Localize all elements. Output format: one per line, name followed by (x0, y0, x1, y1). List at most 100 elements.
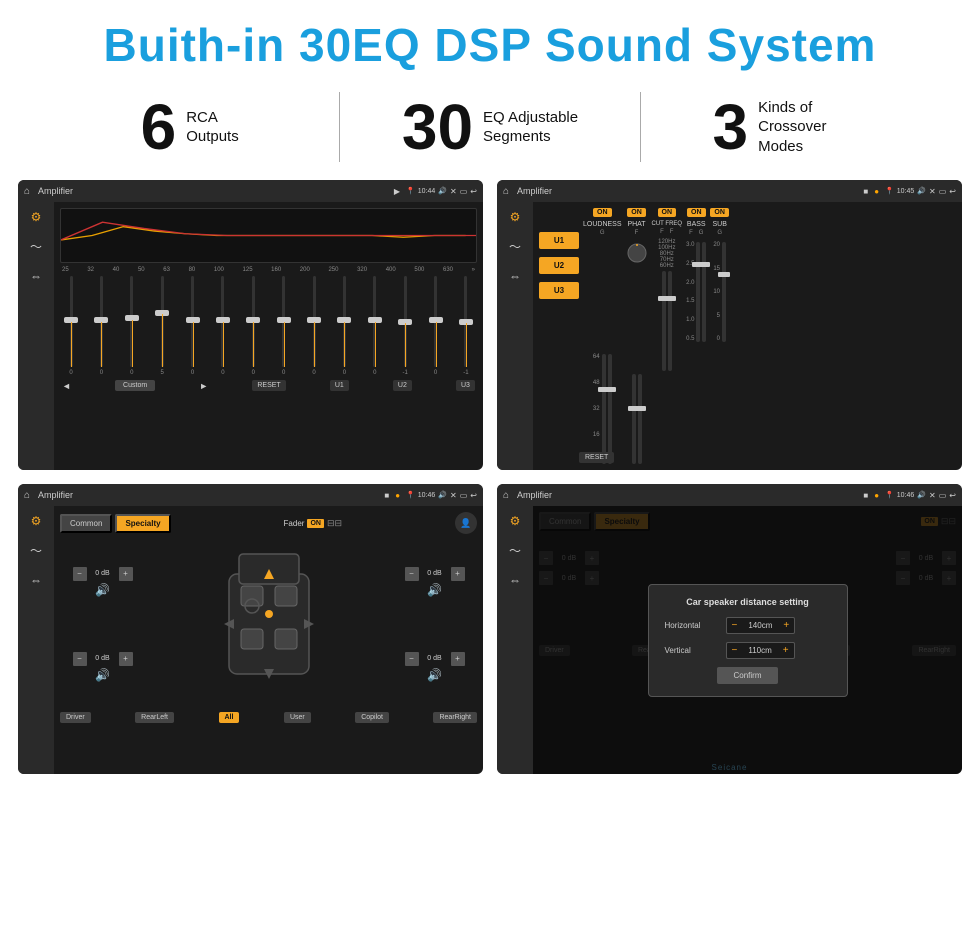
dialog-vertical-plus[interactable]: + (778, 643, 794, 658)
speaker-bl-plus[interactable]: + (119, 652, 133, 666)
eq-settings-icon[interactable]: ⚙ (31, 210, 42, 224)
eq-slider-12[interactable]: 0 (427, 276, 445, 376)
speaker-tl-minus[interactable]: − (73, 567, 87, 581)
eq-slider-7[interactable]: 0 (275, 276, 293, 376)
eq-sound-icon: 🔊 (438, 187, 447, 195)
eq-slider-5[interactable]: 0 (214, 276, 232, 376)
eq-slider-8[interactable]: 0 (305, 276, 323, 376)
distance-back-icon[interactable]: ↩ (949, 491, 956, 500)
amp-x-icon[interactable]: ✕ (929, 187, 936, 196)
eq-back-arrow[interactable]: ◄ (62, 381, 71, 391)
btn-copilot[interactable]: Copilot (355, 712, 389, 723)
btn-rearleft[interactable]: RearLeft (135, 712, 174, 723)
amp-sub-track[interactable] (722, 242, 726, 342)
speaker-tr-plus[interactable]: + (451, 567, 465, 581)
amp-u1-button[interactable]: U1 (539, 232, 579, 249)
dialog-vertical-minus[interactable]: − (727, 643, 743, 658)
distance-x-icon[interactable]: ✕ (929, 491, 936, 500)
amp-phat-track2[interactable] (638, 374, 642, 464)
home-icon[interactable]: ⌂ (24, 186, 30, 197)
speaker-window-icon[interactable]: ▭ (460, 491, 468, 500)
eq-slider-6[interactable]: 0 (244, 276, 262, 376)
eq-slider-1[interactable]: 0 (92, 276, 110, 376)
amp-window-icon[interactable]: ▭ (939, 187, 947, 196)
speaker-wave-icon[interactable]: 〜 (30, 542, 42, 559)
distance-arrows-icon[interactable]: ⇔ (509, 573, 521, 587)
eq-u3-button[interactable]: U3 (456, 380, 475, 391)
eq-u2-button[interactable]: U2 (393, 380, 412, 391)
speaker-back-icon[interactable]: ↩ (470, 491, 477, 500)
eq-slider-0[interactable]: 0 (62, 276, 80, 376)
btn-rearright[interactable]: RearRight (433, 712, 477, 723)
eq-slider-13[interactable]: -1 (457, 276, 475, 376)
eq-slider-3[interactable]: 5 (153, 276, 171, 376)
amp-arrows-icon[interactable]: ⇔ (509, 269, 521, 283)
eq-arrows-icon[interactable]: ⇔ (30, 269, 42, 283)
amp-cutfreq-freqs: 120Hz100Hz80Hz70Hz60Hz (658, 239, 675, 269)
amp-loudness-thumb2 (604, 387, 616, 392)
speaker-br-plus[interactable]: + (451, 652, 465, 666)
amp-reset-button[interactable]: RESET (579, 452, 614, 463)
speaker-screen: ⌂ Amplifier ■ ● 📍 10:46 🔊 ✕ ▭ ↩ ⚙ 〜 ⇔ (18, 484, 483, 774)
amp-bass-track1[interactable] (696, 242, 700, 342)
speaker-tr-val: 0 dB (421, 570, 449, 577)
amp-wave-icon[interactable]: 〜 (509, 238, 521, 255)
distance-settings-icon[interactable]: ⚙ (510, 514, 521, 528)
eq-back-icon[interactable]: ↩ (470, 187, 477, 196)
amp-phat-knob[interactable] (626, 242, 648, 269)
speaker-tl-plus[interactable]: + (119, 567, 133, 581)
speaker-settings-icon[interactable]: ⚙ (31, 514, 42, 528)
distance-wave-icon[interactable]: 〜 (509, 542, 521, 559)
amp-loudness-sub: G (600, 230, 605, 236)
speaker-br-val: 0 dB (421, 655, 449, 662)
eq-slider-10[interactable]: 0 (366, 276, 384, 376)
amp-cutfreq-track2[interactable] (668, 271, 672, 371)
eq-window-icon[interactable]: ▭ (460, 187, 468, 196)
speaker-tr-minus[interactable]: − (405, 567, 419, 581)
dialog-horizontal-minus[interactable]: − (727, 618, 743, 633)
distance-home-icon[interactable]: ⌂ (503, 490, 509, 501)
tab-specialty[interactable]: Specialty (115, 514, 170, 533)
tab-common[interactable]: Common (60, 514, 112, 533)
amp-phat-on[interactable]: ON (627, 208, 646, 217)
eq-expand-icon[interactable]: » (472, 267, 475, 273)
amp-loudness-on[interactable]: ON (593, 208, 612, 217)
eq-wave-icon[interactable]: 〜 (30, 238, 42, 255)
btn-all[interactable]: All (219, 712, 240, 723)
eq-x-icon[interactable]: ✕ (450, 187, 457, 196)
amp-u2-button[interactable]: U2 (539, 257, 579, 274)
eq-slider-11[interactable]: -1 (396, 276, 414, 376)
amp-phat-track1[interactable] (632, 374, 636, 464)
stat-rca-label: RCAOutputs (186, 108, 239, 147)
amp-cutfreq-track1[interactable] (662, 271, 666, 371)
speaker-x-icon[interactable]: ✕ (450, 491, 457, 500)
dialog-horizontal-plus[interactable]: + (778, 618, 794, 633)
amp-back-icon[interactable]: ↩ (949, 187, 956, 196)
amp-home-icon[interactable]: ⌂ (503, 186, 509, 197)
amp-cutfreq-on[interactable]: ON (658, 208, 677, 217)
eq-slider-4[interactable]: 0 (184, 276, 202, 376)
stat-crossover-number: 3 (713, 95, 749, 159)
amp-settings-icon[interactable]: ⚙ (510, 210, 521, 224)
amp-u3-button[interactable]: U3 (539, 282, 579, 299)
eq-slider-9[interactable]: 0 (335, 276, 353, 376)
amp-sub-on[interactable]: ON (710, 208, 729, 217)
fader-sliders-icon[interactable]: ⊟⊟ (327, 518, 342, 529)
fader-on-badge[interactable]: ON (307, 519, 324, 528)
speaker-arrows-icon[interactable]: ⇔ (30, 573, 42, 587)
dialog-confirm-button[interactable]: Confirm (717, 667, 777, 684)
amp-bass-on[interactable]: ON (687, 208, 706, 217)
speaker-bl-minus[interactable]: − (73, 652, 87, 666)
speaker-location-icon: 📍 (406, 491, 415, 499)
speaker-br-minus[interactable]: − (405, 652, 419, 666)
speaker-person-icon: 👤 (455, 512, 477, 534)
eq-slider-2[interactable]: 0 (123, 276, 141, 376)
btn-driver[interactable]: Driver (60, 712, 91, 723)
amp-bass-track2[interactable] (702, 242, 706, 342)
eq-reset-button[interactable]: RESET (252, 380, 285, 391)
eq-forward-arrow[interactable]: ► (199, 381, 208, 391)
eq-u1-button[interactable]: U1 (330, 380, 349, 391)
btn-user[interactable]: User (284, 712, 311, 723)
speaker-home-icon[interactable]: ⌂ (24, 490, 30, 501)
distance-window-icon[interactable]: ▭ (939, 491, 947, 500)
